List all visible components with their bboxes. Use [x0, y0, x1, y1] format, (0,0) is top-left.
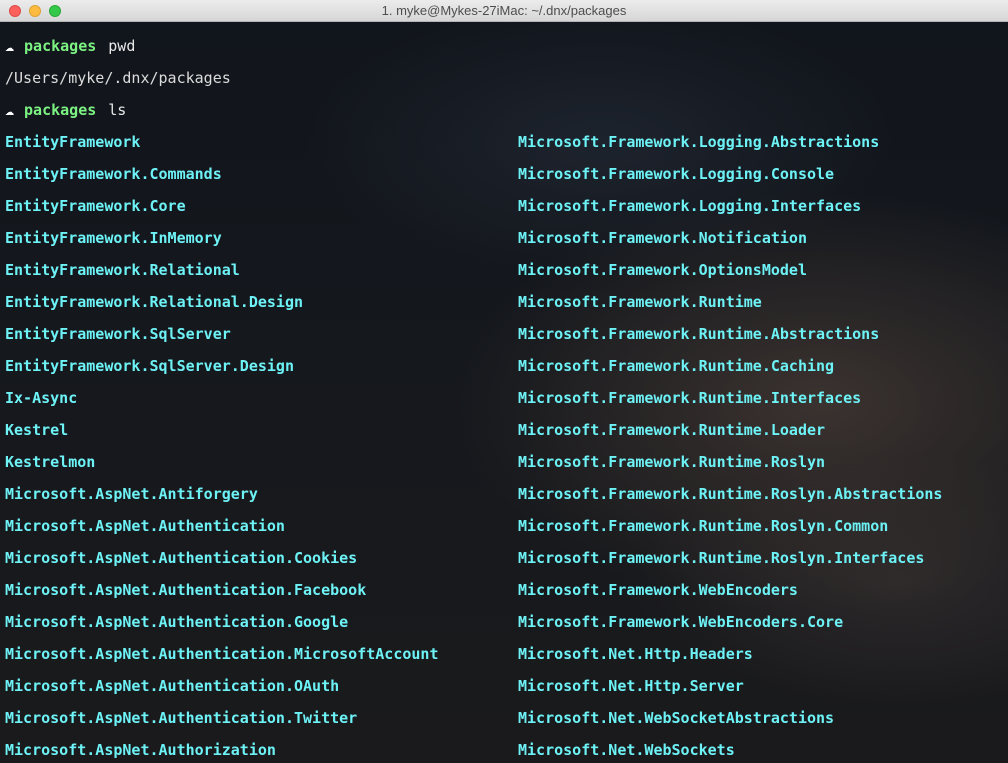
ls-output-left-column: EntityFramework EntityFramework.Commands E… — [5, 131, 438, 763]
directory-entry: EntityFramework.Relational — [5, 261, 240, 279]
directory-entry: Microsoft.Framework.Runtime.Abstractions — [518, 325, 880, 343]
prompt-directory: packages — [24, 37, 97, 55]
prompt-command: ls — [108, 101, 127, 119]
directory-entry: Microsoft.Net.Http.Server — [518, 677, 744, 695]
directory-entry: Microsoft.AspNet.Authentication — [5, 517, 285, 535]
window-title: 1. myke@Mykes-27iMac: ~/.dnx/packages — [381, 3, 627, 18]
directory-entry: Microsoft.Net.WebSockets — [518, 741, 735, 759]
directory-entry: Ix-Async — [5, 389, 78, 407]
directory-entry: EntityFramework.SqlServer — [5, 325, 231, 343]
directory-entry: Microsoft.Framework.Runtime.Interfaces — [518, 389, 862, 407]
cloud-icon: ☁ — [5, 37, 15, 55]
prompt-line-ls: ☁ packages ls — [5, 99, 126, 121]
terminal-content[interactable]: ☁ packages pwd /Users/myke/.dnx/packages ☁… — [0, 22, 1008, 763]
directory-entry: Microsoft.Net.WebSocketAbstractions — [518, 709, 835, 727]
directory-entry: EntityFramework.SqlServer.Design — [5, 357, 294, 375]
directory-entry: Microsoft.AspNet.Authentication.Twitter — [5, 709, 358, 727]
directory-entry: Microsoft.Framework.Logging.Abstractions — [518, 133, 880, 151]
directory-entry: Kestrel — [5, 421, 69, 439]
directory-entry: Microsoft.Framework.Runtime.Roslyn.Commo… — [518, 517, 889, 535]
pwd-output: /Users/myke/.dnx/packages — [5, 69, 231, 87]
directory-entry: Microsoft.Framework.WebEncoders — [518, 581, 798, 599]
directory-entry: Microsoft.Framework.Logging.Interfaces — [518, 197, 862, 215]
cloud-icon: ☁ — [5, 101, 15, 119]
directory-entry: Microsoft.Framework.Logging.Console — [518, 165, 835, 183]
directory-entry: Microsoft.Framework.Notification — [518, 229, 807, 247]
title-bar[interactable]: 1. myke@Mykes-27iMac: ~/.dnx/packages — [0, 0, 1008, 22]
directory-entry: Microsoft.AspNet.Authentication.Microsof… — [5, 645, 439, 663]
directory-entry: EntityFramework.InMemory — [5, 229, 222, 247]
prompt-line-pwd: ☁ packages pwd — [5, 35, 135, 57]
directory-entry: EntityFramework.Core — [5, 197, 186, 215]
directory-entry: Microsoft.Framework.Runtime — [518, 293, 762, 311]
prompt-directory: packages — [24, 101, 97, 119]
directory-entry: EntityFramework — [5, 133, 141, 151]
directory-entry: EntityFramework.Relational.Design — [5, 293, 304, 311]
ls-output-right-column: Microsoft.Framework.Logging.Abstractions… — [518, 131, 942, 763]
directory-entry: Microsoft.Framework.Runtime.Roslyn — [518, 453, 826, 471]
directory-entry: Microsoft.Net.Http.Headers — [518, 645, 753, 663]
directory-entry: Microsoft.AspNet.Authorization — [5, 741, 276, 759]
directory-entry: Microsoft.AspNet.Authentication.Google — [5, 613, 349, 631]
directory-entry: Microsoft.Framework.Runtime.Caching — [518, 357, 835, 375]
terminal-window: 1. myke@Mykes-27iMac: ~/.dnx/packages ☁ p… — [0, 0, 1008, 763]
prompt-command: pwd — [108, 37, 136, 55]
directory-entry: Microsoft.Framework.WebEncoders.Core — [518, 613, 844, 631]
directory-entry: Microsoft.Framework.Runtime.Roslyn.Abstr… — [518, 485, 943, 503]
directory-entry: Microsoft.AspNet.Authentication.Cookies — [5, 549, 358, 567]
directory-entry: Microsoft.Framework.Runtime.Roslyn.Inter… — [518, 549, 925, 567]
directory-entry: Kestrelmon — [5, 453, 96, 471]
directory-entry: Microsoft.AspNet.Antiforgery — [5, 485, 258, 503]
directory-entry: EntityFramework.Commands — [5, 165, 222, 183]
directory-entry: Microsoft.Framework.Runtime.Loader — [518, 421, 826, 439]
directory-entry: Microsoft.AspNet.Authentication.Facebook — [5, 581, 367, 599]
directory-entry: Microsoft.AspNet.Authentication.OAuth — [5, 677, 340, 695]
directory-entry: Microsoft.Framework.OptionsModel — [518, 261, 807, 279]
